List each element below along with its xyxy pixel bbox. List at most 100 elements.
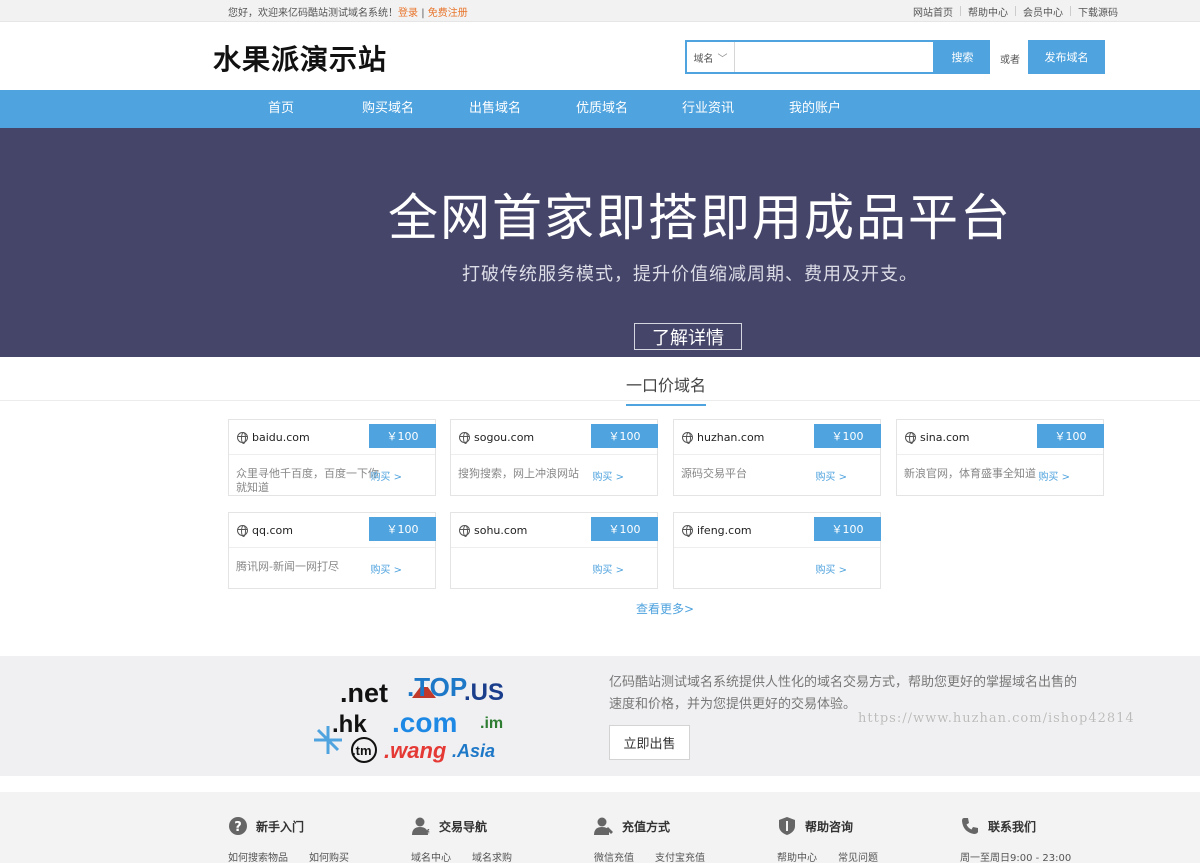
footer-link[interactable]: 支付宝充值 (655, 849, 705, 863)
footer-link[interactable]: 常见问题 (838, 849, 878, 863)
footer-links: 周一至周日9:00 - 23:00 (960, 849, 1071, 863)
domain-name: sogou.com (474, 430, 535, 444)
buy-link[interactable]: 购买 > (370, 468, 402, 483)
domain-card-body: 源码交易平台 购买 > (674, 455, 880, 496)
footer-links: 微信充值 支付宝充值 (594, 849, 705, 863)
domain-card[interactable]: qq.com ￥100 腾讯网-新闻一网打尽 购买 > (228, 512, 436, 589)
top-bar: 您好，欢迎来亿码酷站测试域名系统！登录 | 免费注册 网站首页 帮助中心 会员中… (0, 0, 1200, 22)
view-more-link[interactable]: 查看更多> (636, 600, 694, 617)
domain-card[interactable]: baidu.com ￥100 众里寻他千百度，百度一下你就知道 购买 > (228, 419, 436, 496)
buy-link[interactable]: 购买 > (815, 561, 847, 576)
globe-icon (682, 431, 693, 444)
domain-card[interactable]: sogou.com ￥100 搜狗搜索，网上冲浪网站 购买 > (450, 419, 658, 496)
top-link-download[interactable]: 下载源码 (1078, 4, 1118, 19)
buy-link[interactable]: 购买 > (815, 468, 847, 483)
top-link-member[interactable]: 会员中心 (1023, 4, 1063, 19)
welcome-text: 您好，欢迎来亿码酷站测试域名系统！ (228, 7, 398, 19)
separator (960, 6, 961, 16)
nav-item-premium-domain[interactable]: 优质域名 (576, 90, 628, 128)
logo-word-hk: .hk (332, 711, 367, 738)
domain-card-header: sogou.com ￥100 (451, 420, 658, 455)
globe-icon (905, 431, 916, 444)
register-link[interactable]: 免费注册 (428, 8, 468, 19)
footer-link[interactable]: 如何搜索物品 (228, 849, 288, 863)
logo-word-net: .net (340, 678, 388, 708)
user-wrench-icon (594, 816, 614, 836)
footer-link[interactable]: 帮助中心 (777, 849, 817, 863)
domain-card-body: 腾讯网-新闻一网打尽 购买 > (229, 548, 435, 589)
top-link-help[interactable]: 帮助中心 (968, 4, 1008, 19)
footer-column-header: ? 新手入门 (228, 816, 304, 836)
learn-more-button[interactable]: 了解详情 (634, 323, 742, 350)
logo-word-wang: .wang (384, 738, 447, 763)
domain-price: ￥100 (369, 424, 436, 448)
domain-card[interactable]: huzhan.com ￥100 源码交易平台 购买 > (673, 419, 881, 496)
domain-card-header: baidu.com ￥100 (229, 420, 436, 455)
domain-description: 众里寻他千百度，百度一下你就知道 (236, 467, 379, 494)
footer-column-title: 联系我们 (988, 819, 1037, 834)
divider: | (421, 7, 425, 19)
footer-link[interactable]: 域名中心 (411, 849, 451, 863)
domain-card-header: sohu.com ￥100 (451, 513, 658, 548)
nav-item-home[interactable]: 首页 (268, 90, 294, 128)
footer-link[interactable]: 域名求购 (472, 849, 512, 863)
header: 水果派演示站 域名 ﹀ 搜索 或者 发布域名 (0, 22, 1200, 90)
domain-price: ￥100 (1037, 424, 1104, 448)
domain-card[interactable]: sina.com ￥100 新浪官网，体育盛事全知道 购买 > (896, 419, 1104, 496)
main-nav: 首页 购买域名 出售域名 优质域名 行业资讯 我的账户 (0, 90, 1200, 128)
top-link-home[interactable]: 网站首页 (913, 4, 953, 19)
publish-domain-button[interactable]: 发布域名 (1028, 40, 1105, 74)
domain-description: 腾讯网-新闻一网打尽 (236, 560, 339, 573)
domain-description: 源码交易平台 (681, 467, 747, 480)
nav-item-news[interactable]: 行业资讯 (682, 90, 734, 128)
buy-link[interactable]: 购买 > (1038, 468, 1070, 483)
globe-icon (682, 524, 693, 537)
search-input[interactable] (735, 42, 933, 72)
footer-column-header: ¥ 交易导航 (411, 816, 487, 836)
domain-price: ￥100 (814, 517, 881, 541)
svg-text:¥: ¥ (424, 828, 430, 836)
search-button[interactable]: 搜索 (935, 40, 990, 74)
footer-column-beginner: ? 新手入门 如何搜索物品 如何购买 (228, 816, 349, 863)
domain-name: baidu.com (252, 430, 310, 444)
logo-word-com: .com (392, 707, 457, 738)
svg-text:?: ? (234, 820, 242, 835)
globe-icon (237, 524, 248, 537)
domain-card-header: sina.com ￥100 (897, 420, 1104, 455)
watermark-text: https://www.huzhan.com/ishop42814 (858, 711, 1135, 726)
search-type-select[interactable]: 域名 ﹀ (687, 42, 735, 72)
buy-link[interactable]: 购买 > (592, 561, 624, 576)
sell-now-button[interactable]: 立即出售 (609, 725, 690, 760)
globe-icon (459, 431, 470, 444)
domain-description: 新浪官网，体育盛事全知道 (904, 467, 1036, 480)
domain-description: 搜狗搜索，网上冲浪网站 (458, 467, 579, 480)
domain-card-body: 购买 > (451, 548, 657, 589)
domain-price: ￥100 (369, 517, 436, 541)
nav-item-sell-domain[interactable]: 出售域名 (469, 90, 521, 128)
domain-card-body: 众里寻他千百度，百度一下你就知道 购买 > (229, 455, 435, 496)
site-logo[interactable]: 水果派演示站 (213, 38, 387, 78)
footer-column-trade: ¥ 交易导航 域名中心 域名求购 (411, 816, 512, 863)
domain-card-body: 购买 > (674, 548, 880, 589)
domain-card[interactable]: ifeng.com ￥100 购买 > (673, 512, 881, 589)
login-link[interactable]: 登录 (398, 8, 418, 19)
footer-link[interactable]: 微信充值 (594, 849, 634, 863)
domain-name: ifeng.com (697, 523, 752, 537)
nav-item-account[interactable]: 我的账户 (789, 90, 841, 128)
domain-card-header: huzhan.com ￥100 (674, 420, 881, 455)
logo-word-im: .im (480, 715, 503, 732)
chevron-down-icon: ﹀ (717, 53, 728, 65)
domain-price: ￥100 (591, 517, 658, 541)
domain-card[interactable]: sohu.com ￥100 购买 > (450, 512, 658, 589)
buy-link[interactable]: 购买 > (370, 561, 402, 576)
nav-item-buy-domain[interactable]: 购买域名 (362, 90, 414, 128)
footer-links: 帮助中心 常见问题 (777, 849, 878, 863)
footer-column-title: 充值方式 (622, 819, 671, 834)
domain-card-body: 搜狗搜索，网上冲浪网站 购买 > (451, 455, 657, 496)
logo-word-us: .US (464, 679, 504, 706)
separator (1070, 6, 1071, 16)
buy-link[interactable]: 购买 > (592, 468, 624, 483)
business-hours: 周一至周日9:00 - 23:00 (960, 853, 1072, 863)
footer-link[interactable]: 如何购买 (309, 849, 349, 863)
footer-links: 域名中心 域名求购 (411, 849, 512, 863)
